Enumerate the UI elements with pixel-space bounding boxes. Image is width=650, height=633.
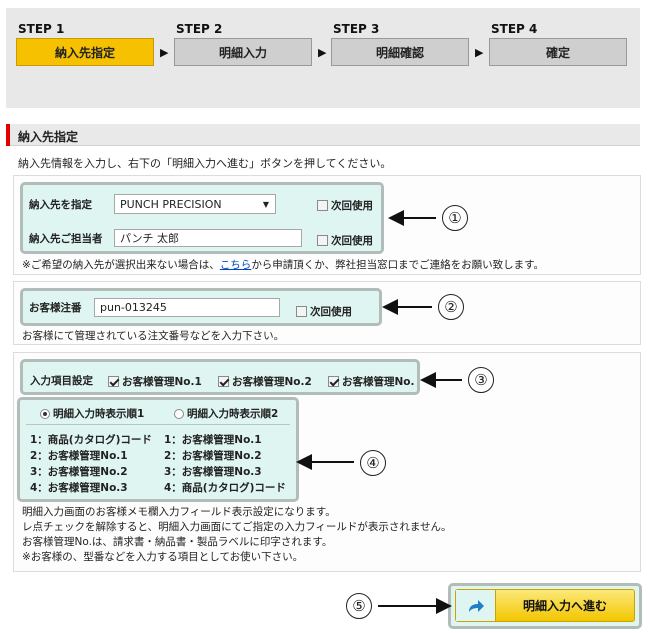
callout-2: ②: [438, 294, 464, 320]
callout-1: ①: [442, 205, 468, 231]
callout-4: ④: [360, 450, 386, 476]
callout-5: ⑤: [346, 593, 372, 619]
callout-arrows: [296, 210, 462, 614]
callout-3: ③: [468, 367, 494, 393]
